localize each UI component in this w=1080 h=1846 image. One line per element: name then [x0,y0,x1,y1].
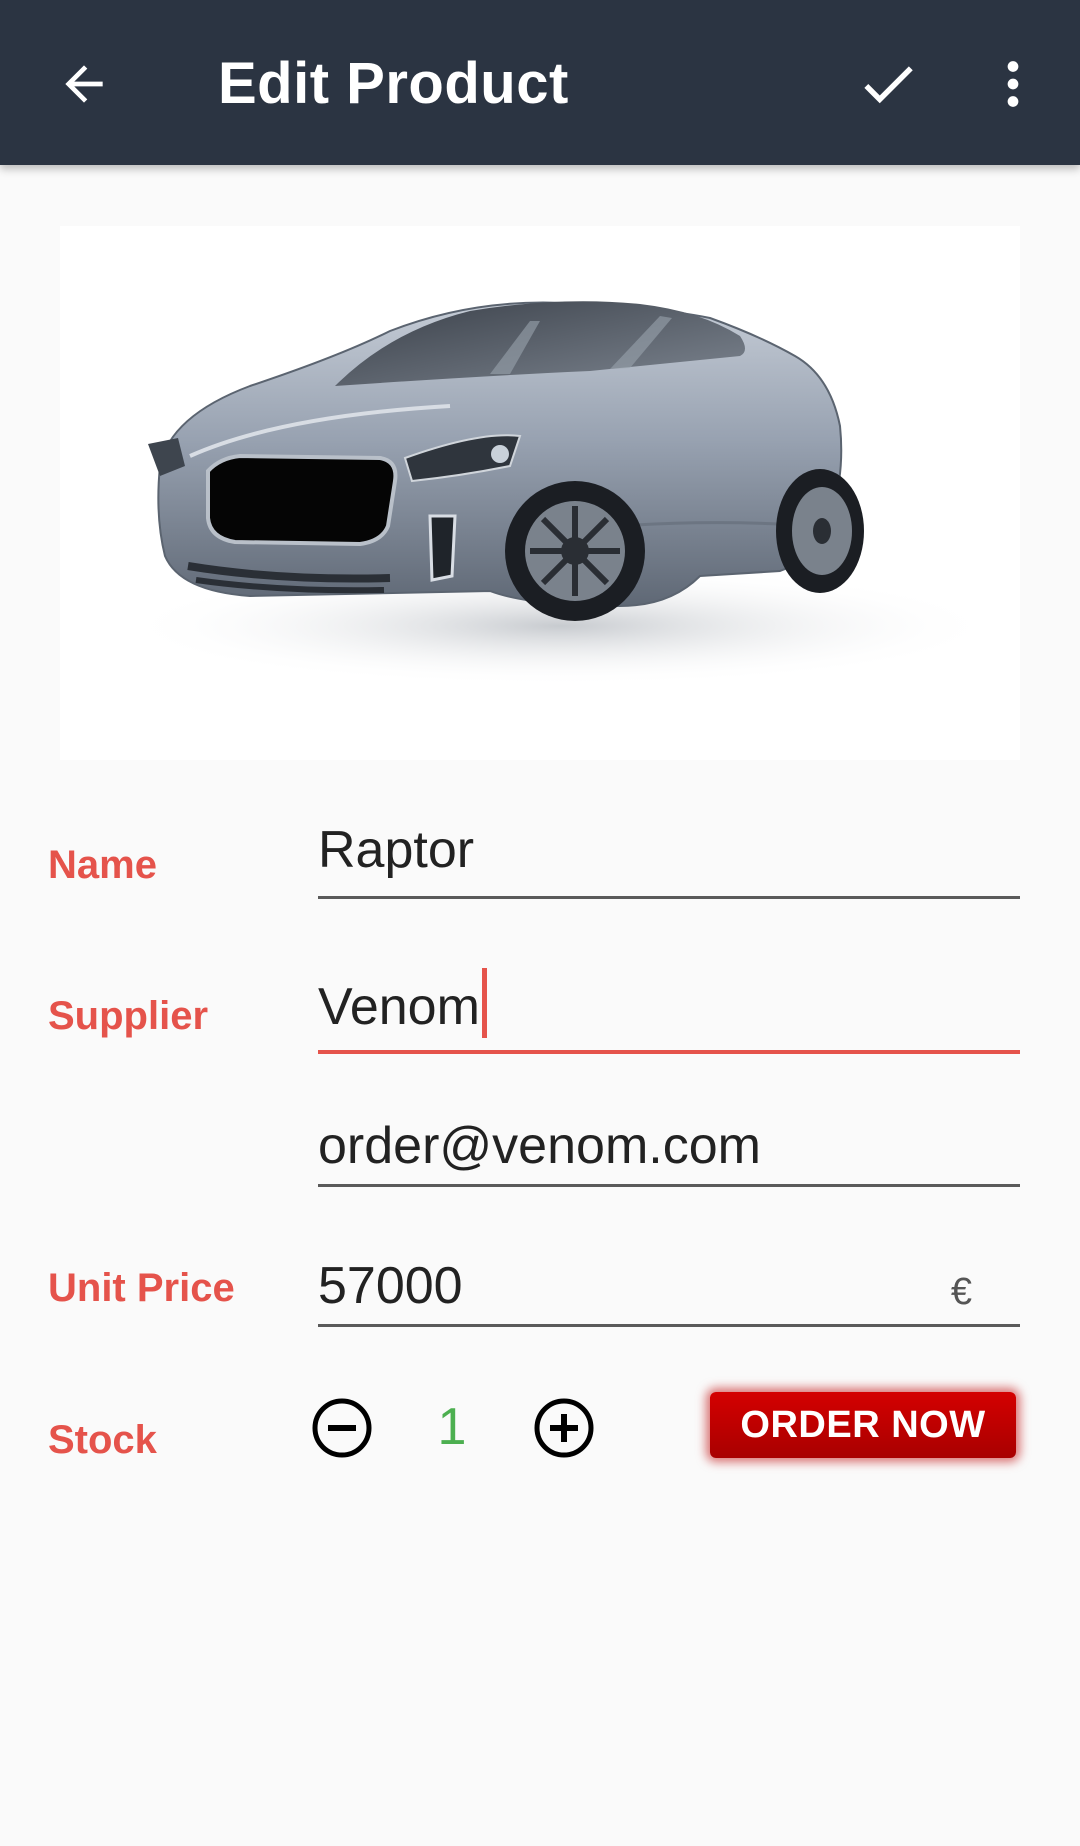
more-options-button[interactable] [970,38,1056,130]
product-image[interactable] [60,226,1020,760]
car-image [120,301,1000,686]
text-cursor [481,968,487,1038]
supplier-email-field[interactable]: order@venom.com [318,1116,1020,1187]
stock-count: 1 [437,1398,467,1456]
unit-price-label: Unit Price [48,1266,235,1310]
increase-stock-button[interactable] [532,1396,596,1460]
page-title: Edit Product [218,51,569,116]
back-button[interactable] [38,38,130,130]
app-bar: Edit Product [0,0,1080,165]
stock-label: Stock [48,1418,157,1462]
check-icon [864,66,913,104]
unit-price-value: 57000 [318,1257,463,1315]
arrow-left-icon [65,65,103,103]
currency-symbol: € [950,1271,972,1313]
minus-circle-icon [312,1398,372,1458]
decrease-stock-button[interactable] [310,1396,374,1460]
save-button[interactable] [840,38,936,130]
order-now-button[interactable]: ORDER NOW [710,1392,1016,1458]
name-field-value: Raptor [318,821,475,879]
plus-circle-icon [534,1398,594,1458]
more-vert-icon [1007,61,1019,107]
supplier-field[interactable]: Venom [318,968,1020,1054]
supplier-label: Supplier [48,994,209,1038]
name-field[interactable]: Raptor [318,820,1020,899]
unit-price-field[interactable]: 57000 € [318,1256,1020,1327]
supplier-email-value: order@venom.com [318,1117,761,1175]
name-label: Name [48,843,157,887]
supplier-field-value: Venom [318,978,480,1036]
